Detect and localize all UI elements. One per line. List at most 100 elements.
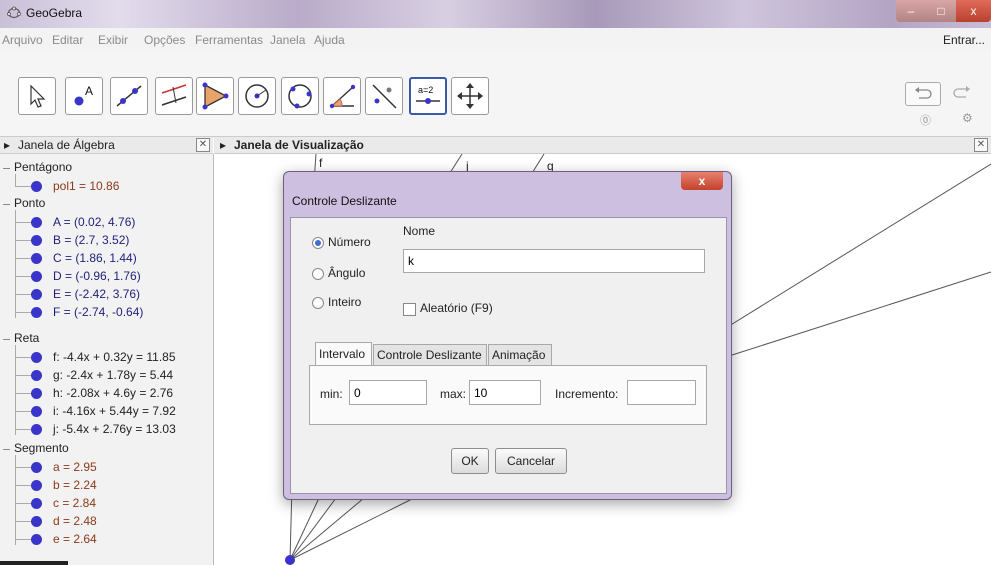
- radio-angulo-label[interactable]: Ângulo: [328, 266, 365, 280]
- tab-animacao[interactable]: Animação: [488, 344, 552, 365]
- line-tool-button[interactable]: [110, 77, 148, 115]
- ok-button[interactable]: OK: [451, 448, 489, 474]
- reflect-tool-button[interactable]: [365, 77, 403, 115]
- redo-button[interactable]: [945, 82, 979, 104]
- menu-arquivo[interactable]: Arquivo: [2, 33, 43, 47]
- min-input[interactable]: [349, 380, 427, 405]
- visibility-toggle[interactable]: [31, 289, 42, 300]
- visibility-toggle[interactable]: [31, 271, 42, 282]
- close-window-button[interactable]: x: [956, 0, 991, 22]
- redo-icon: [953, 86, 970, 98]
- visibility-toggle[interactable]: [31, 480, 42, 491]
- visibility-toggle[interactable]: [31, 253, 42, 264]
- circle-center-point-icon: [245, 84, 269, 108]
- algebra-item[interactable]: g: -2.4x + 1.78y = 5.44: [53, 368, 173, 382]
- perpendicular-line-tool-button[interactable]: [155, 77, 193, 115]
- menu-exibir[interactable]: Exibir: [98, 33, 128, 47]
- algebra-item[interactable]: F = (-2.74, -0.64): [53, 305, 143, 319]
- radio-numero-label[interactable]: Número: [328, 235, 371, 249]
- visibility-toggle[interactable]: [31, 516, 42, 527]
- algebra-item[interactable]: j: -5.4x + 2.76y = 13.03: [53, 422, 176, 436]
- polygon-tool-button[interactable]: [196, 77, 234, 115]
- dialog-close-button[interactable]: x: [681, 172, 723, 190]
- tab-intervalo[interactable]: Intervalo: [315, 342, 372, 365]
- menu-ajuda[interactable]: Ajuda: [314, 33, 345, 47]
- segment[interactable]: [289, 497, 415, 561]
- algebra-item[interactable]: A = (0.02, 4.76): [53, 215, 135, 229]
- cancel-button[interactable]: Cancelar: [495, 448, 567, 474]
- radio-inteiro-label[interactable]: Inteiro: [328, 295, 361, 309]
- visibility-toggle[interactable]: [31, 217, 42, 228]
- close-graphics-view-button[interactable]: ✕: [974, 138, 988, 152]
- tab-controle-deslizante[interactable]: Controle Deslizante: [373, 344, 487, 365]
- algebra-item[interactable]: B = (2.7, 3.52): [53, 233, 129, 247]
- circle-tool-button[interactable]: [238, 77, 276, 115]
- algebra-item[interactable]: C = (1.86, 1.44): [53, 251, 137, 265]
- algebra-item[interactable]: i: -4.16x + 5.44y = 7.92: [53, 404, 176, 418]
- menu-janela[interactable]: Janela: [270, 33, 305, 47]
- menu-ferramentas[interactable]: Ferramentas: [195, 33, 263, 47]
- point-F[interactable]: [285, 555, 295, 565]
- random-checkbox-label[interactable]: Aleatório (F9): [420, 301, 493, 315]
- visibility-toggle[interactable]: [31, 462, 42, 473]
- menu-editar[interactable]: Editar: [52, 33, 83, 47]
- reflect-line-icon: [372, 84, 397, 109]
- algebra-item[interactable]: a = 2.95: [53, 460, 97, 474]
- point-tool-button[interactable]: A: [65, 77, 103, 115]
- interval-panel: min: max: Incremento:: [309, 365, 707, 425]
- collapse-arrow-icon[interactable]: ▸: [220, 138, 226, 152]
- max-input[interactable]: [469, 380, 541, 405]
- algebra-item[interactable]: D = (-0.96, 1.76): [53, 269, 141, 283]
- visibility-toggle[interactable]: [31, 388, 42, 399]
- slider-icon: a=2: [416, 85, 440, 104]
- sign-in-link[interactable]: Entrar...: [943, 33, 985, 47]
- algebra-item[interactable]: h: -2.08x + 4.6y = 2.76: [53, 386, 173, 400]
- title-bar: GeoGebra – □ x: [0, 0, 991, 28]
- minimize-button[interactable]: –: [896, 0, 926, 22]
- dialog-title: Controle Deslizante: [292, 194, 397, 208]
- close-algebra-view-button[interactable]: ✕: [196, 138, 210, 152]
- radio-inteiro[interactable]: [312, 297, 324, 309]
- visibility-toggle[interactable]: [31, 181, 42, 192]
- algebra-item[interactable]: d = 2.48: [53, 514, 97, 528]
- algebra-item[interactable]: b = 2.24: [53, 478, 97, 492]
- algebra-item[interactable]: E = (-2.42, 3.76): [53, 287, 140, 301]
- visibility-toggle[interactable]: [31, 370, 42, 381]
- visibility-toggle[interactable]: [31, 406, 42, 417]
- algebra-item[interactable]: pol1 = 10.86: [53, 179, 119, 193]
- algebra-view: Pentágono pol1 = 10.86 Ponto A = (0.02, …: [0, 154, 214, 565]
- visibility-toggle[interactable]: [31, 352, 42, 363]
- visibility-toggle[interactable]: [31, 498, 42, 509]
- move-tool-button[interactable]: [18, 77, 56, 115]
- algebra-item[interactable]: c = 2.84: [53, 496, 96, 510]
- undo-button[interactable]: [905, 82, 941, 106]
- algebra-item[interactable]: f: -4.4x + 0.32y = 11.85: [53, 350, 176, 364]
- help-icon[interactable]: ⓪: [920, 112, 931, 128]
- visibility-toggle[interactable]: [31, 235, 42, 246]
- random-checkbox[interactable]: [403, 303, 416, 316]
- radio-numero[interactable]: [312, 237, 324, 249]
- increment-label: Incremento:: [555, 387, 619, 401]
- increment-input[interactable]: [627, 380, 696, 405]
- move-graphics-view-tool-button[interactable]: [451, 77, 489, 115]
- gear-icon[interactable]: ⚙: [962, 111, 973, 125]
- conic-tool-button[interactable]: [281, 77, 319, 115]
- segment[interactable]: [289, 497, 320, 561]
- name-caption: Nome: [403, 224, 436, 238]
- angle-tool-button[interactable]: [323, 77, 361, 115]
- algebra-item[interactable]: e = 2.64: [53, 532, 97, 546]
- line-h[interactable]: [728, 271, 991, 357]
- category-label: Ponto: [14, 196, 46, 210]
- visibility-toggle[interactable]: [31, 307, 42, 318]
- menu-opcoes[interactable]: Opções: [144, 33, 185, 47]
- segment[interactable]: [289, 497, 337, 561]
- maximize-button[interactable]: □: [926, 0, 956, 22]
- name-input[interactable]: [403, 249, 705, 273]
- dialog-body: Número Ângulo Inteiro Nome Aleatório (F9…: [290, 217, 727, 494]
- collapse-arrow-icon[interactable]: ▸: [4, 138, 10, 152]
- radio-angulo[interactable]: [312, 268, 324, 280]
- visibility-toggle[interactable]: [31, 534, 42, 545]
- slider-tool-button[interactable]: a=2: [409, 77, 447, 115]
- line-i[interactable]: [728, 163, 991, 327]
- visibility-toggle[interactable]: [31, 424, 42, 435]
